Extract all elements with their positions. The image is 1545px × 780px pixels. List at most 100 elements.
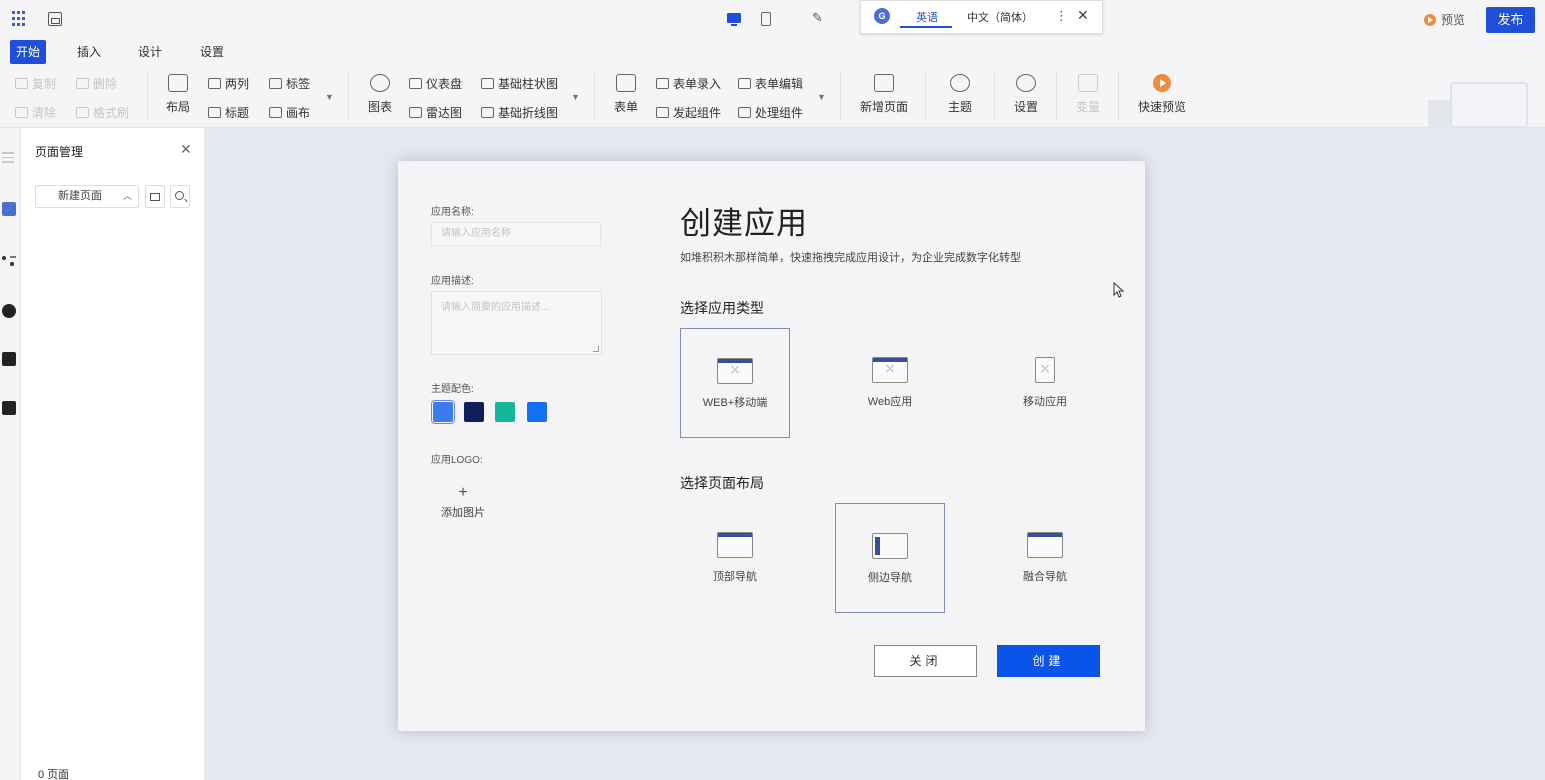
layout-top-nav[interactable]: 顶部导航: [680, 503, 790, 613]
start-component-button[interactable]: 发起组件: [656, 104, 721, 121]
mobile-app-icon: ⤫: [1035, 357, 1055, 383]
new-folder-button[interactable]: [145, 185, 165, 208]
app-type-mobile[interactable]: ⤫ 移动应用: [990, 328, 1100, 438]
gauge-button[interactable]: 仪表盘: [409, 75, 462, 92]
theme-label: 主题: [947, 100, 972, 114]
two-column-label: 两列: [225, 77, 250, 91]
tab-settings[interactable]: 设置: [194, 40, 230, 64]
radar-chart-button[interactable]: 雷达图: [409, 104, 462, 121]
chart-button[interactable]: 图表: [366, 74, 394, 115]
search-button[interactable]: [170, 185, 190, 208]
tab-insert[interactable]: 插入: [71, 40, 107, 64]
lang-tab-english[interactable]: 英语: [916, 9, 938, 25]
preview-button[interactable]: 预览: [1424, 11, 1465, 28]
canvas-icon: [269, 107, 282, 118]
app-type-web-mobile[interactable]: ⤫ WEB+移动端: [680, 328, 790, 438]
process-component-button[interactable]: 处理组件: [738, 104, 803, 121]
layout-label: 融合导航: [1023, 571, 1067, 583]
layout-label: 侧边导航: [868, 572, 912, 584]
add-image-button[interactable]: + 添加图片: [441, 485, 485, 520]
form-edit-label: 表单编辑: [755, 77, 804, 91]
color-swatch[interactable]: [464, 402, 484, 422]
color-swatch[interactable]: [495, 402, 515, 422]
tab-design[interactable]: 设计: [132, 40, 168, 64]
app-type-web[interactable]: ⤫ Web应用: [835, 328, 945, 438]
menu-icon[interactable]: [2, 152, 16, 166]
app-logo-label: 应用LOGO:: [431, 455, 483, 466]
dialog-title: 创建应用: [680, 206, 808, 241]
page-count: 0 页面: [38, 769, 70, 780]
delete-button[interactable]: 删除: [76, 75, 117, 92]
delete-label: 删除: [93, 77, 118, 91]
app-desc-textarea[interactable]: 请输入简要的应用描述...: [431, 291, 602, 355]
more-options-icon[interactable]: ⋮: [1055, 8, 1068, 24]
settings-button[interactable]: 设置: [1012, 74, 1040, 115]
chart-more-chevron-icon[interactable]: ▼: [571, 92, 580, 102]
layout-label: 布局: [165, 100, 190, 114]
form-entry-button[interactable]: 表单录入: [656, 75, 721, 92]
close-icon[interactable]: ✕: [180, 141, 192, 158]
form-label: 表单: [613, 100, 638, 114]
copy-label: 复制: [32, 77, 57, 91]
ribbon-divider: [1056, 72, 1057, 120]
ribbon-divider: [1118, 72, 1119, 120]
component-icon[interactable]: [2, 352, 16, 366]
app-grid-icon[interactable]: [12, 11, 28, 27]
layout-side-nav[interactable]: 侧边导航: [835, 503, 945, 613]
radar-icon: [409, 107, 422, 118]
eraser-icon: [15, 107, 28, 118]
bar-chart-button[interactable]: 基础柱状图: [481, 75, 558, 92]
close-icon[interactable]: ✕: [1077, 7, 1089, 24]
clear-button[interactable]: 清除: [15, 104, 56, 121]
page-icon[interactable]: [2, 202, 16, 216]
new-page-select[interactable]: 新建页面 ︿: [35, 185, 139, 208]
layout-label: 顶部导航: [713, 571, 757, 583]
form-edit-button[interactable]: 表单编辑: [738, 75, 803, 92]
layout-mixed-nav[interactable]: 融合导航: [990, 503, 1100, 613]
clear-label: 清除: [32, 106, 57, 120]
edit-icon[interactable]: ✎: [812, 10, 823, 26]
tag-button[interactable]: 标签: [269, 75, 310, 92]
variable-button[interactable]: 变量: [1074, 74, 1102, 115]
theme-button[interactable]: 主题: [944, 74, 976, 115]
format-painter-button[interactable]: 格式刷: [76, 104, 129, 121]
chevron-up-icon: ︿: [122, 191, 132, 201]
line-chart-icon[interactable]: [2, 401, 16, 415]
canvas-button[interactable]: 画布: [269, 104, 310, 121]
format-painter-label: 格式刷: [93, 106, 130, 120]
play-icon: [1153, 74, 1171, 92]
save-icon[interactable]: [48, 12, 62, 26]
app-type-heading: 选择应用类型: [680, 300, 764, 316]
translate-icon: G: [874, 8, 890, 24]
form-button[interactable]: 表单: [612, 74, 640, 115]
resize-handle-icon[interactable]: [593, 346, 599, 352]
create-button[interactable]: 创建: [997, 645, 1100, 677]
pie-chart-icon[interactable]: [2, 304, 16, 318]
top-nav-icon: [717, 532, 753, 558]
lang-tab-chinese[interactable]: 中文（简体）: [967, 9, 1033, 25]
copy-button[interactable]: 复制: [15, 75, 56, 92]
new-page-button[interactable]: 新增页面: [858, 74, 910, 115]
publish-button[interactable]: 发布: [1486, 7, 1535, 33]
layout-button[interactable]: 布局: [164, 74, 192, 115]
line-chart-label: 基础折线图: [498, 106, 559, 120]
app-name-input[interactable]: 请输入应用名称: [431, 222, 601, 246]
variable-icon: [1078, 74, 1098, 92]
color-swatch[interactable]: [431, 400, 455, 424]
tab-start[interactable]: 开始: [10, 40, 47, 64]
ribbon-divider: [994, 72, 995, 120]
mobile-view-icon[interactable]: [761, 12, 771, 26]
line-chart-button[interactable]: 基础折线图: [481, 104, 558, 121]
desktop-view-icon[interactable]: [727, 13, 741, 26]
new-page-icon: [874, 74, 894, 92]
quick-preview-button[interactable]: 快速预览: [1137, 74, 1187, 115]
close-button[interactable]: 关闭: [874, 645, 977, 677]
tree-icon[interactable]: [2, 254, 16, 268]
layout-more-chevron-icon[interactable]: ▼: [325, 92, 334, 102]
chart-label: 图表: [367, 100, 392, 114]
color-swatch[interactable]: [527, 402, 547, 422]
heading-button[interactable]: 标题: [208, 104, 249, 121]
two-column-button[interactable]: 两列: [208, 75, 249, 92]
gear-icon: [1016, 74, 1036, 92]
form-more-chevron-icon[interactable]: ▼: [817, 92, 826, 102]
